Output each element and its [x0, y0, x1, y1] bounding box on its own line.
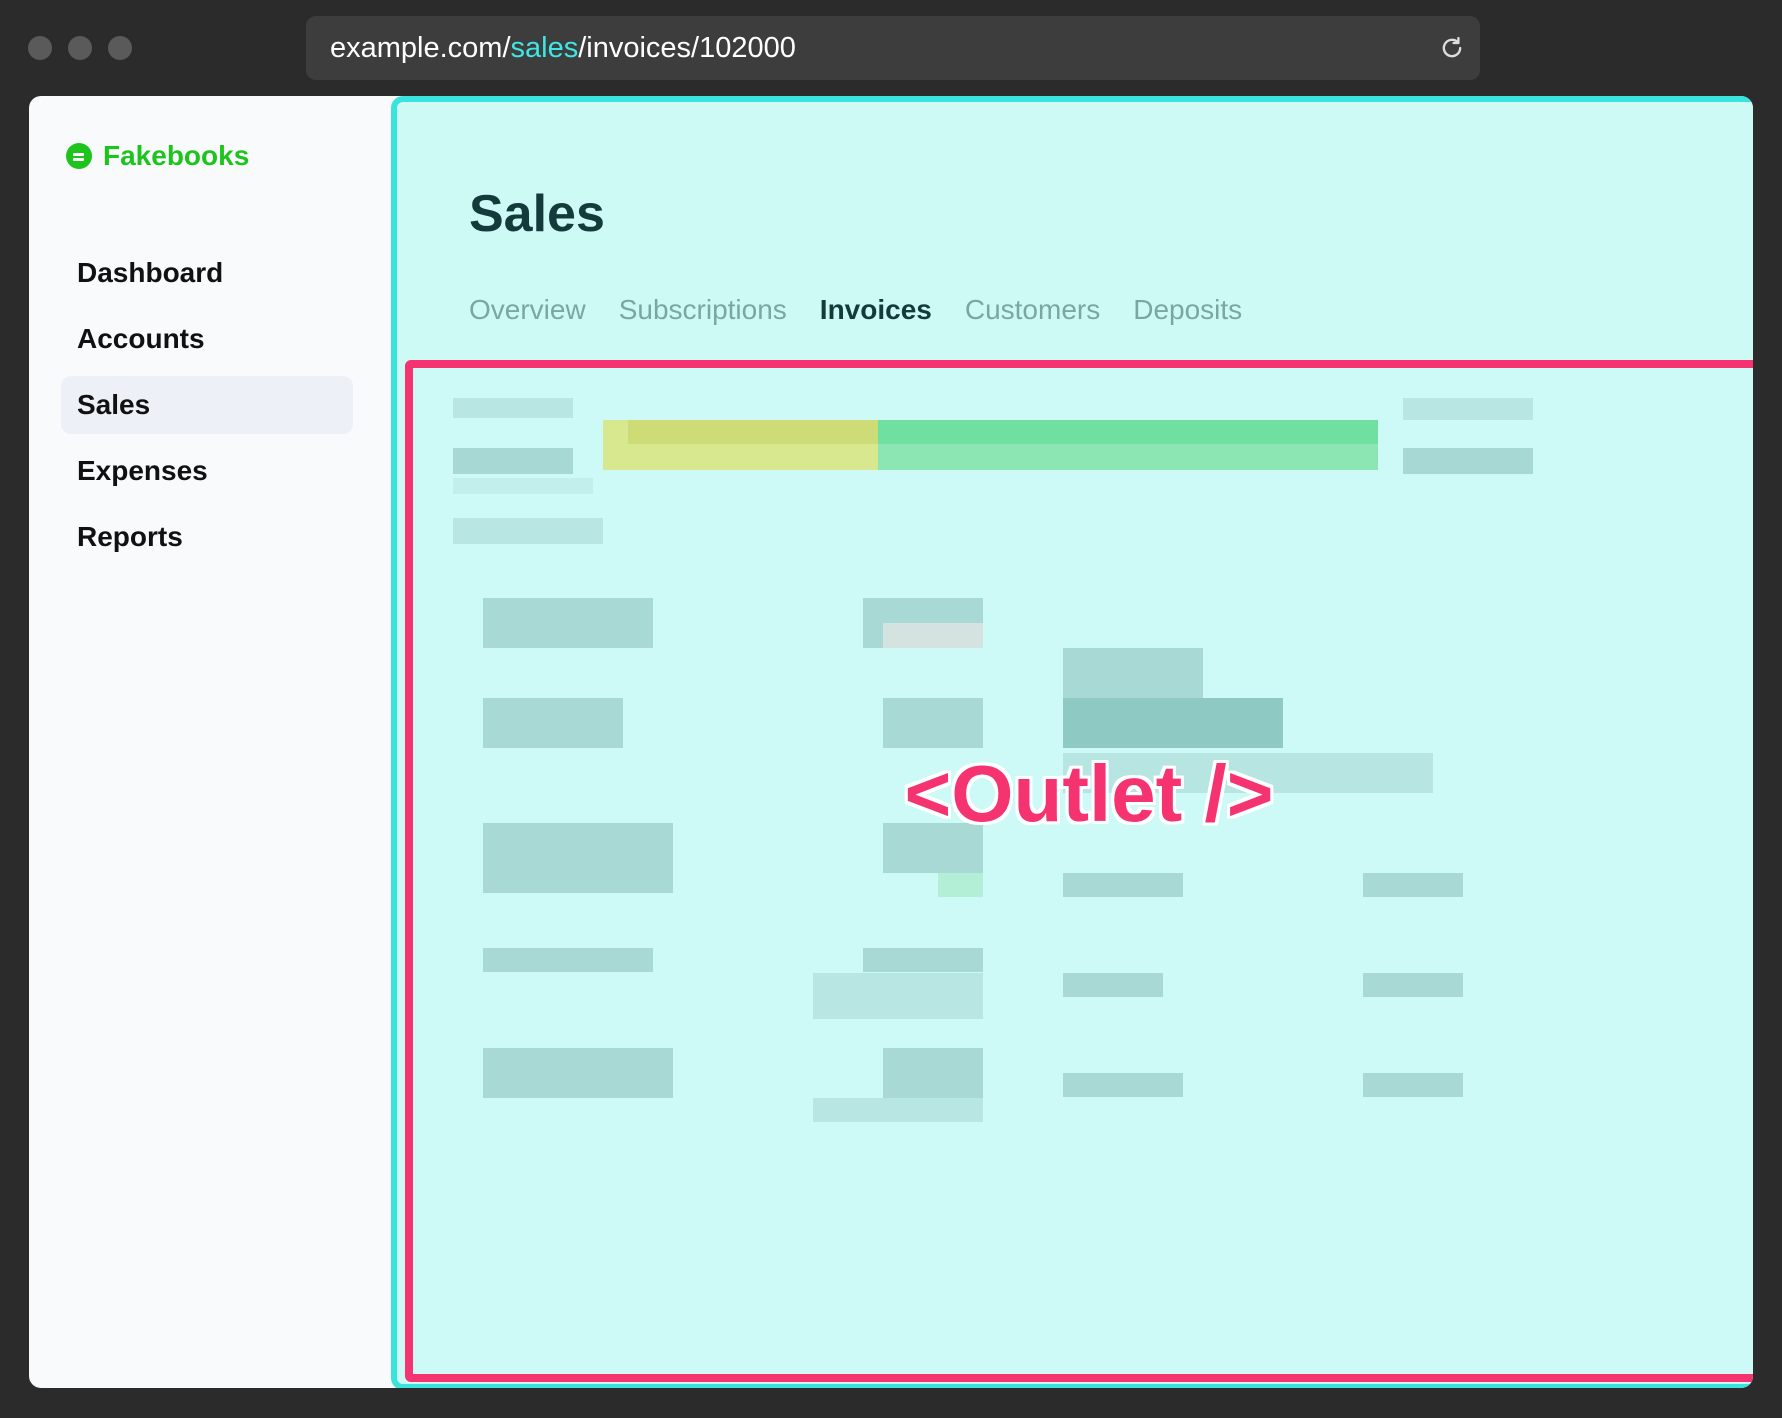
tab-overview[interactable]: Overview [469, 294, 586, 326]
outlet-label: <Outlet /> [904, 749, 1274, 838]
sales-tabs: Overview Subscriptions Invoices Customer… [469, 294, 1242, 326]
nav-item-dashboard[interactable]: Dashboard [61, 244, 353, 302]
sales-route-panel: Sales Overview Subscriptions Invoices Cu… [391, 96, 1753, 1388]
window-close-dot[interactable] [28, 36, 52, 60]
nav-item-reports[interactable]: Reports [61, 508, 353, 566]
nav-item-accounts[interactable]: Accounts [61, 310, 353, 368]
url-suffix: /invoices/102000 [578, 32, 796, 64]
tab-customers[interactable]: Customers [965, 294, 1100, 326]
app-viewport: Fakebooks Dashboard Accounts Sales Expen… [29, 96, 1753, 1388]
reload-icon[interactable] [1438, 34, 1466, 62]
tab-subscriptions[interactable]: Subscriptions [619, 294, 787, 326]
window-minimize-dot[interactable] [68, 36, 92, 60]
address-bar[interactable]: example.com/sales/invoices/102000 [306, 16, 1480, 80]
window-zoom-dot[interactable] [108, 36, 132, 60]
tab-invoices[interactable]: Invoices [820, 294, 932, 326]
nav-item-sales[interactable]: Sales [61, 376, 353, 434]
sidebar-nav: Dashboard Accounts Sales Expenses Report… [61, 244, 353, 574]
logo-text: Fakebooks [103, 140, 250, 171]
nav-item-expenses[interactable]: Expenses [61, 442, 353, 500]
page-title: Sales [469, 185, 605, 243]
logo[interactable]: Fakebooks [65, 140, 249, 172]
url-prefix: example.com/ [330, 32, 511, 64]
fakebooks-logo-icon [66, 143, 92, 169]
tab-deposits[interactable]: Deposits [1133, 294, 1242, 326]
blurred-content [453, 398, 1533, 1122]
url-highlight: sales [510, 32, 579, 64]
outlet-region: <Outlet /> [405, 360, 1753, 1382]
